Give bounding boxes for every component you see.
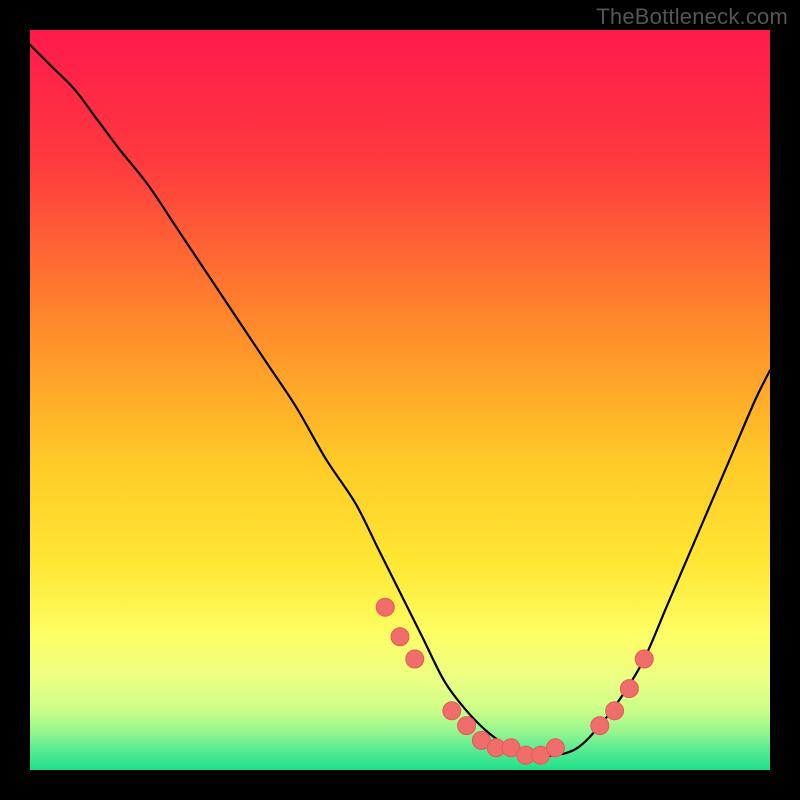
watermark-text: TheBottleneck.com <box>596 4 788 30</box>
highlight-dot <box>406 650 424 668</box>
bottleneck-curve <box>30 45 770 756</box>
highlight-dot <box>591 717 609 735</box>
highlight-dot <box>635 650 653 668</box>
curve-layer <box>30 30 770 770</box>
highlight-dot <box>606 702 624 720</box>
chart-frame: TheBottleneck.com <box>0 0 800 800</box>
highlight-dot <box>458 717 476 735</box>
highlight-dot <box>376 598 394 616</box>
highlight-dot <box>391 628 409 646</box>
highlight-dot <box>546 739 564 757</box>
highlight-dot <box>443 702 461 720</box>
plot-area <box>30 30 770 770</box>
highlight-dots <box>376 598 653 764</box>
highlight-dot <box>620 680 638 698</box>
